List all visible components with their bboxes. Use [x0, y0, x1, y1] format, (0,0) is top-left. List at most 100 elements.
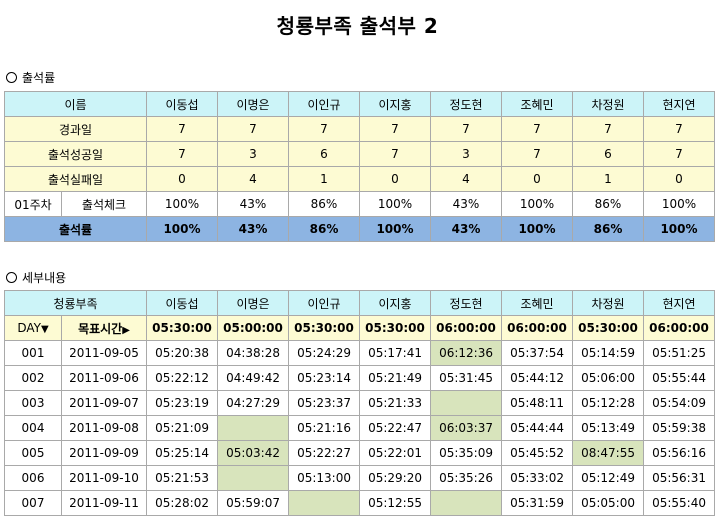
circle-bullet-icon [6, 272, 17, 283]
time-cell: 05:37:54 [501, 340, 574, 366]
day-cell: 007 [4, 490, 62, 516]
time-cell: 06:12:36 [430, 340, 503, 366]
table-row: 경과일 7 7 7 7 7 7 7 7 [4, 116, 715, 142]
time-cell: 05:44:12 [501, 365, 574, 391]
member-name: 차정원 [572, 91, 644, 117]
table-row: 002 2011-09-06 05:22:12 04:49:42 05:23:14 05:… [4, 365, 715, 391]
day-header: DAY▼ [4, 315, 62, 341]
total-value: 100% [359, 216, 431, 242]
target-time: 06:00:00 [643, 315, 715, 341]
tribe-header: 청룡부족 [3, 290, 148, 316]
date-cell: 2011-09-06 [60, 365, 148, 391]
time-cell: 05:21:09 [146, 415, 219, 441]
total-value: 43% [430, 216, 502, 242]
total-row: 출석률 100% 43% 86% 100% 43% 100% 86% 100% [4, 216, 715, 242]
member-name: 이인규 [288, 91, 360, 117]
time-cell: 05:59:07 [217, 490, 290, 516]
check-row: 01주차 출석체크 100% 43% 86% 100% 43% 100% 86% 100% [4, 191, 715, 217]
table-row: 001 2011-09-05 05:20:38 04:38:28 05:24:29 05:… [4, 340, 715, 366]
time-cell: 05:12:55 [359, 490, 432, 516]
time-cell: 05:56:16 [643, 440, 715, 466]
day-cell: 006 [4, 465, 62, 491]
page-title: 청룡부족 출석부 2 [276, 14, 439, 38]
time-cell: 05:17:41 [359, 340, 432, 366]
time-cell: 05:13:49 [572, 415, 645, 441]
circle-bullet-icon [6, 72, 17, 83]
section-rate-label: 출석률 [6, 69, 55, 86]
day-cell: 004 [4, 415, 62, 441]
value-cell: 4 [217, 166, 289, 192]
time-cell: 05:54:09 [643, 390, 715, 416]
time-cell [217, 465, 290, 491]
value-cell: 7 [217, 116, 289, 142]
row-label: 경과일 [4, 116, 147, 142]
table-row: 007 2011-09-11 05:28:02 05:59:07 05:12:55 05:… [4, 490, 715, 516]
value-cell: 7 [146, 116, 218, 142]
time-cell: 05:24:29 [288, 340, 361, 366]
target-time: 05:30:00 [288, 315, 361, 341]
triangle-right-icon: ▶ [122, 324, 130, 336]
check-value: 100% [146, 191, 218, 217]
time-cell: 05:21:16 [288, 415, 361, 441]
member-name: 이동섭 [146, 290, 219, 316]
triangle-down-icon: ▼ [40, 324, 49, 335]
row-label: 출석실패일 [4, 166, 147, 192]
time-cell: 05:45:52 [501, 440, 574, 466]
target-time: 06:00:00 [430, 315, 503, 341]
time-cell: 05:28:02 [146, 490, 219, 516]
member-name: 현지연 [643, 91, 715, 117]
time-cell: 05:55:40 [643, 490, 715, 516]
time-cell: 05:22:47 [359, 415, 432, 441]
section-detail-label: 세부내용 [6, 269, 66, 286]
target-time: 06:00:00 [501, 315, 574, 341]
value-cell: 3 [430, 141, 502, 167]
value-cell: 7 [359, 116, 431, 142]
time-cell: 05:13:00 [288, 465, 361, 491]
value-cell: 7 [430, 116, 502, 142]
time-cell: 05:29:20 [359, 465, 432, 491]
target-row: DAY▼ 목표시간▶ 05:30:00 05:00:00 05:30:00 05:30:0… [4, 315, 715, 341]
total-value: 43% [217, 216, 289, 242]
value-cell: 6 [572, 141, 644, 167]
day-cell: 003 [4, 390, 62, 416]
time-cell: 05:55:44 [643, 365, 715, 391]
check-value: 100% [501, 191, 573, 217]
date-cell: 2011-09-09 [60, 440, 148, 466]
table-row: 005 2011-09-09 05:25:14 05:03:42 05:22:27 05:… [4, 440, 715, 466]
time-cell [430, 490, 503, 516]
total-value: 100% [643, 216, 715, 242]
target-label: 목표시간 [78, 321, 123, 336]
time-cell: 05:23:37 [288, 390, 361, 416]
value-cell: 7 [146, 141, 218, 167]
day-cell: 005 [4, 440, 62, 466]
value-cell: 0 [146, 166, 218, 192]
time-cell: 05:48:11 [501, 390, 574, 416]
time-cell: 05:44:44 [501, 415, 574, 441]
member-name: 이지홍 [359, 91, 431, 117]
section-detail-text: 세부내용 [22, 271, 67, 285]
value-cell: 7 [501, 141, 573, 167]
header-row: 이름 이동섭 이명은 이인규 이지홍 정도현 조혜민 차정원 현지연 [4, 91, 715, 117]
check-value: 100% [359, 191, 431, 217]
value-cell: 7 [288, 116, 360, 142]
time-cell: 05:35:26 [430, 465, 503, 491]
time-cell: 06:03:37 [430, 415, 503, 441]
time-cell [217, 415, 290, 441]
member-name: 현지연 [643, 290, 715, 316]
time-cell: 05:03:42 [217, 440, 290, 466]
value-cell: 4 [430, 166, 502, 192]
check-value: 43% [217, 191, 289, 217]
time-cell: 05:22:27 [288, 440, 361, 466]
time-cell: 04:38:28 [217, 340, 290, 366]
time-cell: 05:31:59 [501, 490, 574, 516]
time-cell: 05:33:02 [501, 465, 574, 491]
time-cell: 05:21:53 [146, 465, 219, 491]
date-cell: 2011-09-11 [60, 490, 148, 516]
time-cell: 05:35:09 [430, 440, 503, 466]
table-row: 출석성공일 7 3 6 7 3 7 6 7 [4, 141, 715, 167]
section-rate-text: 출석률 [22, 71, 56, 85]
date-cell: 2011-09-08 [60, 415, 148, 441]
time-cell: 05:12:28 [572, 390, 645, 416]
member-name: 이동섭 [146, 91, 218, 117]
name-header: 이름 [4, 91, 147, 117]
